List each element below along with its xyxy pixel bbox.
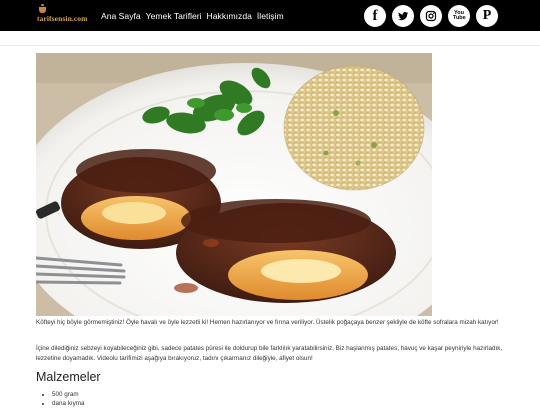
nav-item-contact[interactable]: İletişim [257,10,284,22]
nav-item-recipes[interactable]: Yemek Tarifleri [146,10,202,22]
facebook-icon[interactable]: f [364,5,386,27]
header-spacer [0,31,540,46]
social-links: f You Tube P [364,5,498,27]
description-paragraph: İçine dilediğiniz sebzeyi koyabileceğini… [36,345,503,362]
list-item: dana kıyma [52,399,85,408]
intro-paragraph: Köfteyi hiç böyle görmemiştiniz! Öyle ha… [36,319,499,326]
facebook-glyph: f [372,7,378,24]
instagram-icon[interactable] [420,5,442,27]
site-logo[interactable]: tarifsensin.com [37,4,99,27]
pot-icon [39,4,46,13]
nav-item-home[interactable]: Ana Sayfa [101,10,141,22]
twitter-bird-icon [398,11,409,21]
youtube-icon[interactable]: You Tube [448,5,470,27]
logo-text: tarifsensin.com [37,14,88,23]
twitter-icon[interactable] [392,5,414,27]
pinterest-glyph: P [482,8,492,23]
list-item: 500 gram [52,390,85,399]
ingredients-list: 500 gram dana kıyma [44,390,85,408]
main-nav: Ana Sayfa Yemek Tarifleri Hakkımızda İle… [101,10,284,22]
ingredients-heading: Malzemeler [36,370,101,384]
stuffed-kofte-photo [36,53,432,316]
nav-item-about[interactable]: Hakkımızda [207,10,252,22]
instagram-camera-icon [425,10,437,22]
recipe-hero-image [36,53,432,316]
pinterest-icon[interactable]: P [476,5,498,27]
youtube-glyph: You Tube [453,9,466,21]
top-navigation-bar: tarifsensin.com Ana Sayfa Yemek Tarifler… [0,0,540,31]
